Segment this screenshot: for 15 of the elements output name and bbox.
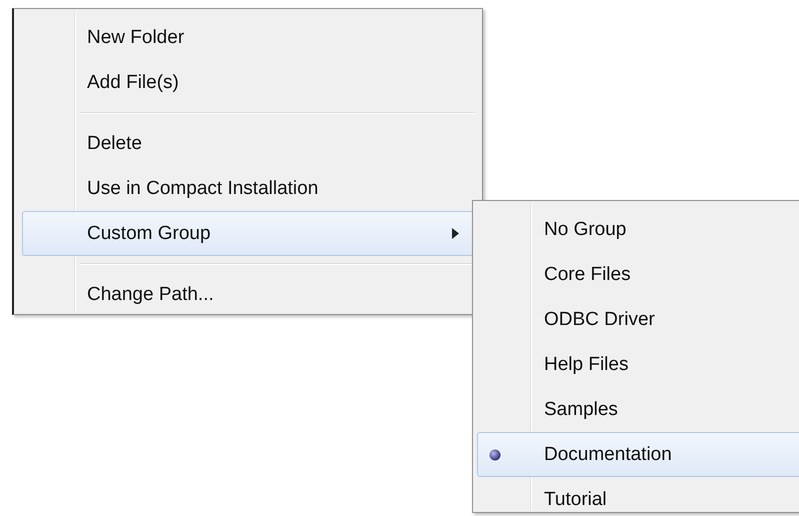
menu-item[interactable]: Documentation bbox=[477, 432, 799, 477]
menu-item[interactable]: Core Files bbox=[477, 252, 799, 297]
menu-item[interactable]: Custom Group bbox=[22, 211, 474, 256]
menu-item[interactable]: Help Files bbox=[477, 342, 799, 387]
menu-item[interactable]: No Group bbox=[477, 207, 799, 252]
menu-item[interactable]: Use in Compact Installation bbox=[22, 166, 474, 211]
menu-item[interactable]: Add File(s) bbox=[22, 60, 474, 105]
radio-dot-icon bbox=[489, 448, 501, 460]
menu-item[interactable]: Delete bbox=[22, 121, 474, 166]
menu-item[interactable]: ODBC Driver bbox=[477, 297, 799, 342]
submenu-arrow-icon bbox=[452, 228, 459, 239]
menu-item[interactable]: Tutorial bbox=[477, 477, 799, 516]
menu-item[interactable]: Samples bbox=[477, 387, 799, 432]
menu-item[interactable]: New Folder bbox=[22, 15, 474, 60]
menu-item[interactable]: Change Path... bbox=[22, 272, 474, 317]
